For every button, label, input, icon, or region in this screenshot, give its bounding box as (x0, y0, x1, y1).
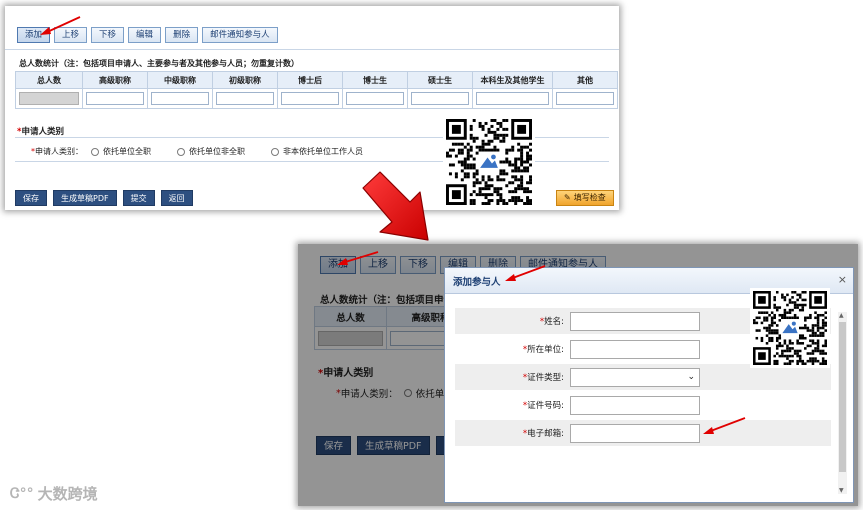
stats-input-row (15, 88, 618, 109)
applicant-type-label: 申请人类别： (35, 147, 83, 156)
stats-header-7: 本科生及其他学生 (472, 71, 553, 89)
scroll-thumb[interactable] (839, 322, 846, 472)
edit-button[interactable]: 编辑 (128, 27, 162, 43)
option-external[interactable]: 非本依托单位工作人员 (271, 146, 363, 157)
option-parttime[interactable]: 依托单位非全职 (177, 146, 245, 157)
id-type-select[interactable]: ⌄ (570, 367, 700, 387)
applicant-type-section-title: *申请人类别 (17, 127, 64, 137)
stats-header-3: 初级职称 (212, 71, 278, 89)
stats-header-2: 中级职称 (147, 71, 213, 89)
stats-field-6[interactable] (411, 92, 469, 105)
save-button[interactable]: 保存 (15, 190, 47, 206)
email-field[interactable] (570, 423, 700, 443)
watermark-logo-icon: Ꮳ°° (10, 485, 34, 502)
id-number-row: *证件号码: (455, 392, 831, 418)
check-icon: ✎ (564, 193, 571, 202)
back-button[interactable]: 返回 (160, 190, 193, 206)
name-field[interactable] (570, 311, 700, 331)
dialog-scrollbar[interactable]: ▲ ▼ (838, 312, 847, 494)
generate-pdf-button[interactable]: 生成草稿PDF (53, 190, 117, 206)
submit-button[interactable]: 提交 (122, 190, 155, 206)
form-panel-top: 添加 上移 下移 编辑 删除 邮件通知参与人 总人数统计（注：包括项目申请人、主… (5, 6, 619, 210)
stats-field-7[interactable] (476, 92, 549, 105)
scroll-up-icon[interactable]: ▲ (839, 312, 844, 319)
chevron-down-icon: ⌄ (687, 371, 695, 382)
divider (5, 49, 619, 50)
stats-header-8: 其他 (552, 71, 618, 89)
stats-table: 总人数 高级职称 中级职称 初级职称 博士后 博士生 硕士生 本科生及其他学生 其他 (15, 71, 618, 109)
stats-field-8[interactable] (556, 92, 614, 105)
stats-field-0 (19, 92, 79, 105)
move-up-button[interactable]: 上移 (54, 27, 88, 43)
stats-header-1: 高级职称 (82, 71, 148, 89)
form-panel-bottom: 添加 上移 下移 编辑 删除 邮件通知参与人 总人数统计（注：包括项目申请 总人… (298, 244, 858, 506)
applicant-type-row: * 申请人类别： 依托单位全职 依托单位非全职 非本依托单位工作人员 (31, 146, 363, 157)
stats-header-6: 硕士生 (407, 71, 473, 89)
radio-icon[interactable] (91, 147, 99, 156)
stats-header-row: 总人数 高级职称 中级职称 初级职称 博士后 博士生 硕士生 本科生及其他学生 其他 (15, 71, 618, 89)
add-participant-dialog: 添加参与人 × *姓名: *所在单位: *证件类型: ⌄ *证件号码: *电子邮… (444, 267, 854, 503)
stats-field-3[interactable] (216, 92, 274, 105)
email-notify-button[interactable]: 邮件通知参与人 (202, 27, 278, 43)
email-row: *电子邮箱: (455, 420, 831, 446)
stats-field-4[interactable] (281, 92, 339, 105)
fill-check-button[interactable]: ✎ 填写检查 (556, 190, 614, 206)
affiliation-field[interactable] (570, 339, 700, 359)
stats-field-1[interactable] (86, 92, 144, 105)
stats-field-2[interactable] (151, 92, 209, 105)
stats-title: 总人数统计（注：包括项目申请人、主要参与者及其他参与人员；勿重复计数） (19, 59, 299, 68)
add-button[interactable]: 添加 (17, 27, 51, 43)
stats-header-4: 博士后 (277, 71, 343, 89)
qr-code-icon (750, 288, 830, 368)
id-number-field[interactable] (570, 395, 700, 415)
scroll-down-icon[interactable]: ▼ (839, 487, 844, 494)
stats-header-0: 总人数 (15, 71, 83, 89)
move-down-button[interactable]: 下移 (91, 27, 125, 43)
stats-header-5: 博士生 (342, 71, 408, 89)
qr-code-icon (443, 116, 535, 208)
stats-field-5[interactable] (346, 92, 404, 105)
bottom-actions: 保存 生成草稿PDF 提交 返回 (15, 190, 193, 206)
delete-button[interactable]: 删除 (165, 27, 199, 43)
radio-icon[interactable] (271, 147, 279, 156)
radio-icon[interactable] (177, 147, 185, 156)
watermark-text: 大数跨境 (37, 485, 98, 503)
close-icon[interactable]: × (838, 273, 847, 286)
option-fulltime[interactable]: 依托单位全职 (91, 146, 151, 157)
toolbar: 添加 上移 下移 编辑 删除 邮件通知参与人 (17, 27, 278, 43)
brand-watermark: Ꮳ°° 大数跨境 (10, 483, 98, 504)
